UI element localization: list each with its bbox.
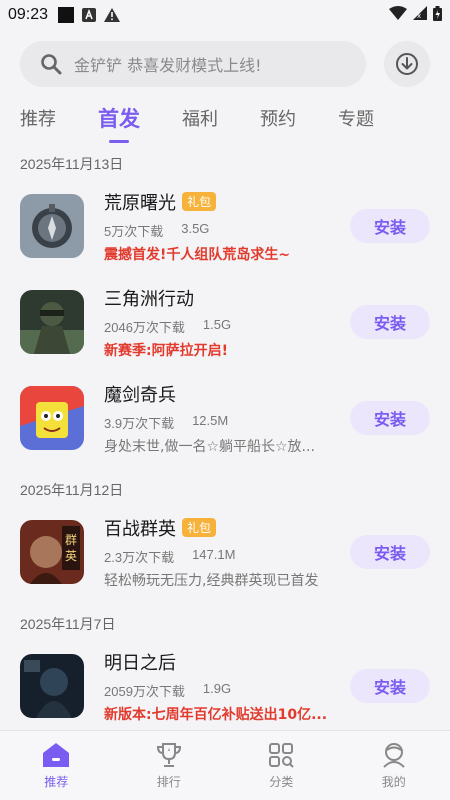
nav-category[interactable]: 分类 <box>225 731 338 800</box>
nav-label: 我的 <box>381 775 406 789</box>
section-date: 2025年11月13日 <box>20 156 124 172</box>
download-count: 2.3万次下载 <box>104 549 175 565</box>
gift-badge: 礼包 <box>182 518 217 537</box>
tab-topics[interactable]: 专题 <box>338 105 374 131</box>
install-button[interactable]: 安装 <box>350 535 430 569</box>
download-count: 2059万次下载 <box>104 683 185 699</box>
app-name: 百战群英 <box>104 518 176 540</box>
install-button[interactable]: 安装 <box>350 305 430 339</box>
app-name: 魔剑奇兵 <box>104 384 176 406</box>
app-name: 三角洲行动 <box>104 288 194 310</box>
tab-welfare[interactable]: 福利 <box>182 105 218 131</box>
app-description: 身处末世,做一名☆躺平船长☆放... <box>104 438 315 455</box>
wifi-icon <box>389 6 407 24</box>
list-item[interactable]: 三角洲行动 2046万次下载 1.5G 新赛季:阿萨拉开启! 安装 <box>0 274 450 370</box>
svg-text:x: x <box>417 12 421 20</box>
list-item[interactable]: 荒原曙光 礼包 5万次下载 3.5G 震撼首发!千人组队荒岛求生~ 安装 <box>0 178 450 274</box>
app-size: 12.5M <box>192 412 229 428</box>
section-date: 2025年11月7日 <box>20 616 116 632</box>
nav-label: 分类 <box>269 775 294 789</box>
notification-square-icon <box>58 7 75 23</box>
app-icon[interactable] <box>20 290 84 354</box>
profile-icon <box>383 743 405 768</box>
nav-recommend[interactable]: 推荐 <box>0 731 113 800</box>
list-item[interactable]: 群 英 百战群英 礼包 2.3万次下载 147.1M 轻松畅玩无压力,经典群英现… <box>0 504 450 600</box>
app-icon[interactable] <box>20 654 84 718</box>
app-description: 震撼首发!千人组队荒岛求生~ <box>104 246 291 263</box>
download-count: 2046万次下载 <box>104 319 185 335</box>
signal-icon: x <box>413 6 427 24</box>
svg-text:群: 群 <box>65 533 77 547</box>
battery-icon <box>433 5 442 25</box>
app-icon[interactable] <box>20 386 84 450</box>
search-placeholder: 金铲铲 恭喜发财模式上线! <box>74 56 262 75</box>
app-size: 1.5G <box>202 316 232 332</box>
app-icon[interactable] <box>20 194 84 258</box>
app-icon[interactable]: 群 英 <box>20 520 84 584</box>
nav-label: 推荐 <box>44 775 69 789</box>
app-size: 1.9G <box>202 680 232 696</box>
home-icon <box>43 743 70 767</box>
tab-recommend[interactable]: 推荐 <box>20 105 56 131</box>
search-row: 金铲铲 恭喜发财模式上线! <box>0 30 450 90</box>
app-notification-icon <box>82 8 97 22</box>
gift-badge: 礼包 <box>182 192 217 211</box>
search-input[interactable]: 金铲铲 恭喜发财模式上线! <box>20 41 366 87</box>
app-description: 轻松畅玩无压力,经典群英现已首发 <box>104 572 319 589</box>
svg-text:英: 英 <box>65 549 77 563</box>
status-bar: 09:23 x <box>0 0 450 30</box>
app-description: 新赛季:阿萨拉开启! <box>104 342 228 359</box>
release-list[interactable]: 2025年11月13日 荒原曙光 礼包 5万次下载 3.5G 震撼首发!千人组队… <box>0 140 450 730</box>
search-icon <box>41 54 62 75</box>
category-icon <box>269 743 294 768</box>
download-count: 3.9万次下载 <box>104 415 175 431</box>
install-button[interactable]: 安装 <box>350 401 430 435</box>
app-size: 147.1M <box>192 546 236 562</box>
app-description: 新版本:七周年百亿补贴送出10亿... <box>104 706 328 723</box>
app-name: 荒原曙光 <box>104 192 176 214</box>
app-name: 明日之后 <box>104 652 176 674</box>
warning-icon <box>104 8 121 22</box>
tab-reservation[interactable]: 预约 <box>260 105 296 131</box>
nav-profile[interactable]: 我的 <box>338 731 450 800</box>
tab-bar: 推荐 首发 福利 预约 专题 <box>0 94 450 142</box>
bottom-nav: 推荐 排行 分类 我的 <box>0 730 450 800</box>
install-button[interactable]: 安装 <box>350 669 430 703</box>
tab-first-release[interactable]: 首发 <box>98 103 140 133</box>
section-date: 2025年11月12日 <box>20 482 124 498</box>
list-item[interactable]: 明日之后 2059万次下载 1.9G 新版本:七周年百亿补贴送出10亿... 安… <box>0 638 450 730</box>
nav-label: 排行 <box>156 775 181 789</box>
download-manager-button[interactable] <box>384 41 430 87</box>
download-icon <box>396 53 418 75</box>
nav-ranking[interactable]: 排行 <box>113 731 226 800</box>
app-size: 3.5G <box>181 220 210 236</box>
status-time: 09:23 <box>8 6 49 23</box>
install-button[interactable]: 安装 <box>350 209 430 243</box>
trophy-icon <box>156 743 181 767</box>
list-item[interactable]: 魔剑奇兵 3.9万次下载 12.5M 身处末世,做一名☆躺平船长☆放... 安装 <box>0 370 450 466</box>
download-count: 5万次下载 <box>104 223 164 239</box>
